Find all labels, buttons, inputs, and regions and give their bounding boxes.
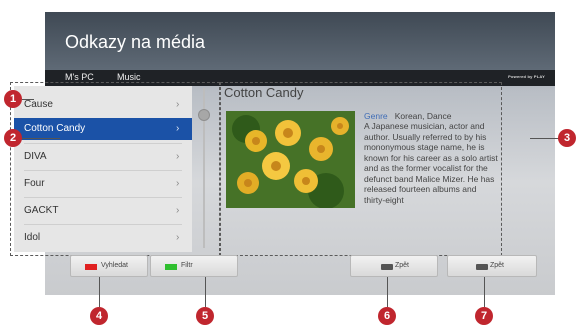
list-item-diva[interactable]: DIVA › xyxy=(14,146,192,168)
button-label: Filtr xyxy=(181,262,193,269)
back-key-icon xyxy=(381,264,393,270)
chevron-right-icon: › xyxy=(176,99,180,110)
artist-list: Cause › Cotton Candy › DIVA › Four › GAC… xyxy=(14,86,192,252)
genre-label: Genre xyxy=(364,111,388,121)
callout-marker-7: 7 xyxy=(475,307,493,325)
filter-button[interactable]: Filtr xyxy=(150,255,238,277)
callout-line xyxy=(484,277,485,307)
list-item-cause[interactable]: Cause › xyxy=(14,94,192,116)
button-label: Vyhledat xyxy=(101,262,128,269)
back-key-icon xyxy=(476,264,488,270)
search-button[interactable]: Vyhledat xyxy=(70,255,148,277)
chevron-right-icon: › xyxy=(176,123,180,134)
callout-marker-3: 3 xyxy=(558,129,576,147)
callout-marker-1: 1 xyxy=(4,90,22,108)
button-label: Zpět xyxy=(395,262,410,269)
genre-line: Genre Korean, Dance xyxy=(364,111,498,122)
powered-by-logo: Powered by PLAY xyxy=(508,74,545,79)
green-key-icon xyxy=(165,264,177,270)
chevron-right-icon: › xyxy=(176,178,180,189)
callout-marker-4: 4 xyxy=(90,307,108,325)
button-label: Zpět xyxy=(490,262,505,269)
list-scrollbar[interactable] xyxy=(196,86,212,252)
list-item-idol[interactable]: Idol › xyxy=(14,227,192,249)
callout-marker-6: 6 xyxy=(378,307,396,325)
callout-marker-2: 2 xyxy=(4,129,22,147)
back-button[interactable]: Zpět xyxy=(350,255,438,277)
list-item-label: Idol xyxy=(24,232,41,243)
chevron-right-icon: › xyxy=(176,205,180,216)
callout-marker-5: 5 xyxy=(196,307,214,325)
callout-line xyxy=(387,277,388,307)
scrollbar-thumb[interactable] xyxy=(198,109,210,121)
divider xyxy=(24,224,182,225)
divider xyxy=(24,197,182,198)
list-item-cotton-candy[interactable]: Cotton Candy › xyxy=(14,118,192,140)
list-item-label: Cause xyxy=(24,99,53,110)
list-item-label: Cotton Candy xyxy=(24,123,86,134)
artist-description: A Japanese musician, actor and author. U… xyxy=(364,121,498,205)
chevron-right-icon: › xyxy=(176,151,180,162)
header-bar: Odkazy na média xyxy=(45,12,555,70)
callout-line xyxy=(530,138,560,139)
back-button-2[interactable]: Zpět xyxy=(447,255,537,277)
callout-line xyxy=(22,138,60,139)
genre-value: Korean, Dance xyxy=(394,111,452,121)
divider xyxy=(24,170,182,171)
detail-title: Cotton Candy xyxy=(224,85,304,100)
list-item-label: DIVA xyxy=(24,151,47,162)
red-key-icon xyxy=(85,264,97,270)
breadcrumb-item-music[interactable]: Music xyxy=(117,72,141,82)
list-item-label: Four xyxy=(24,178,45,189)
chevron-right-icon: › xyxy=(176,232,180,243)
album-art-image xyxy=(226,111,355,208)
callout-line xyxy=(22,99,34,100)
page-title: Odkazy na média xyxy=(65,32,206,52)
list-item-gackt[interactable]: GACKT › xyxy=(14,200,192,222)
list-item-label: GACKT xyxy=(24,205,59,216)
breadcrumb-item-ms-pc[interactable]: M's PC xyxy=(65,72,94,82)
divider xyxy=(24,143,182,144)
callout-line xyxy=(99,277,100,307)
list-item-four[interactable]: Four › xyxy=(14,173,192,195)
callout-line xyxy=(205,277,206,307)
